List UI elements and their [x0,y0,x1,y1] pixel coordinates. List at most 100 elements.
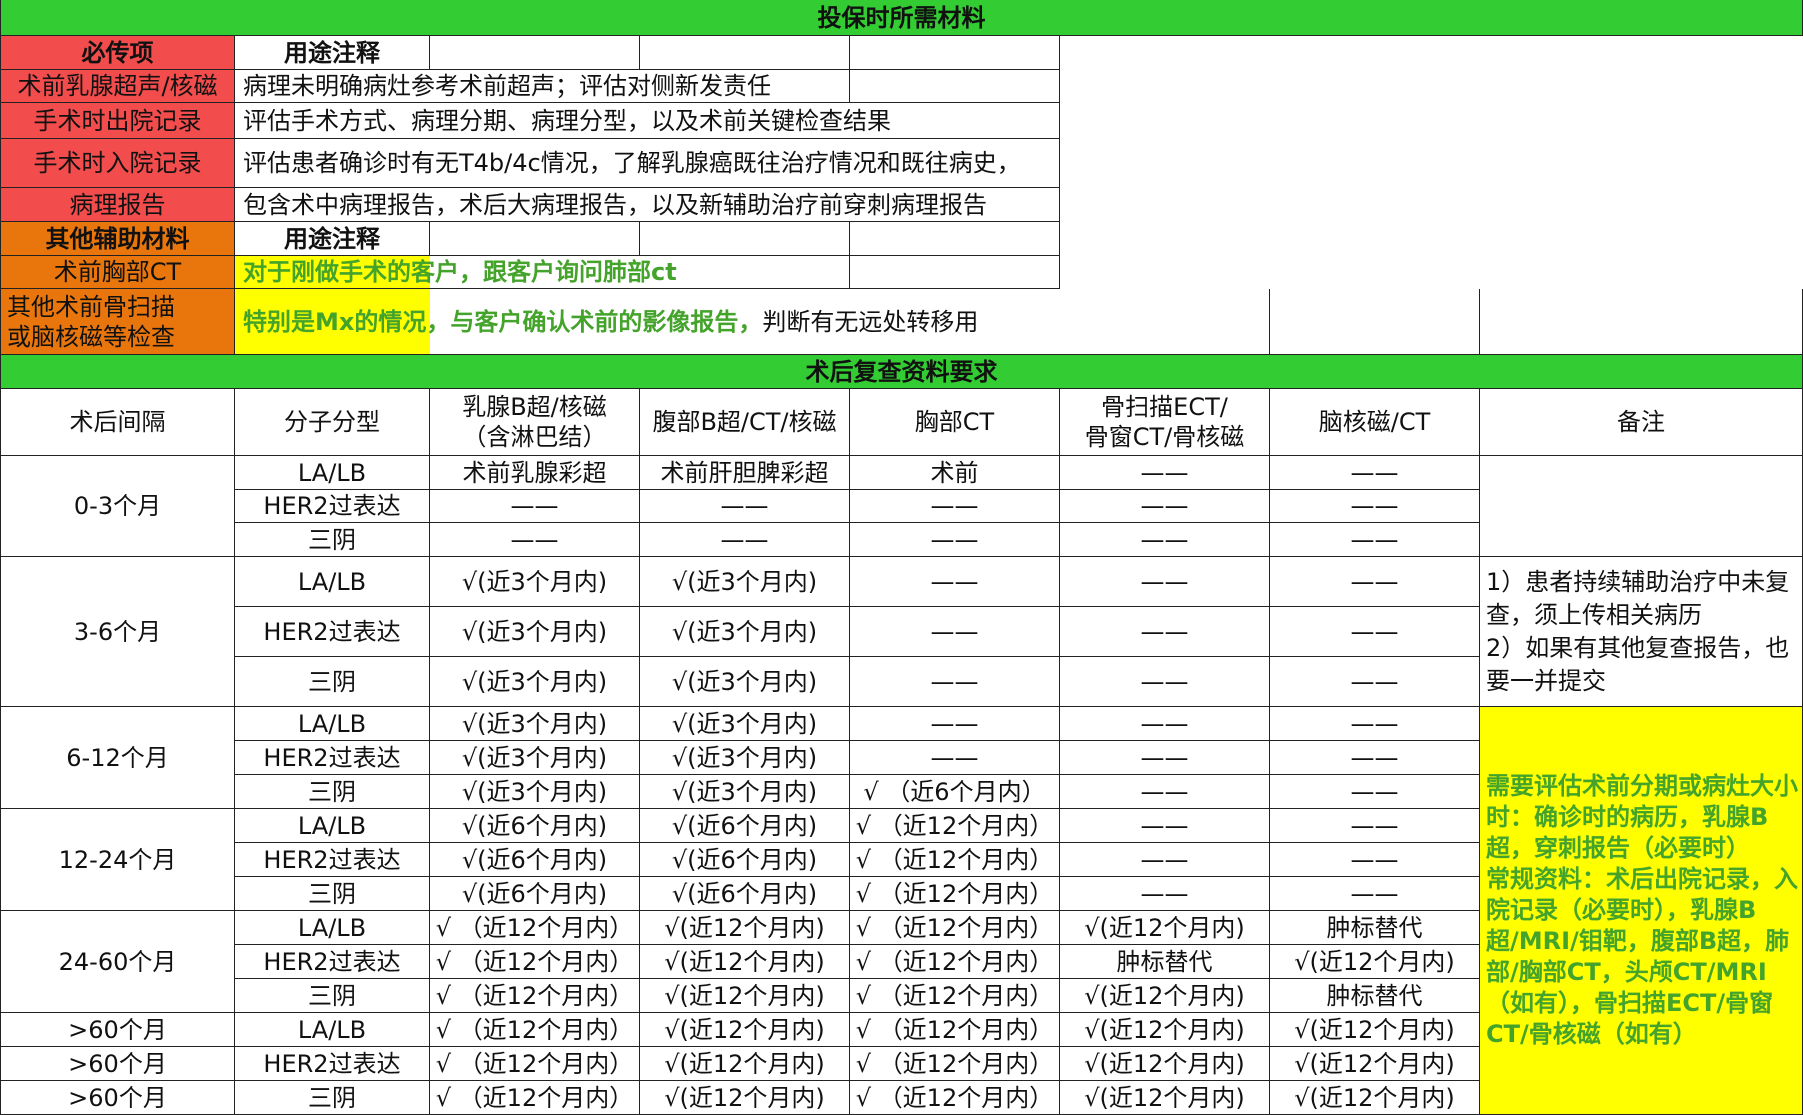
blank-cell [430,222,640,256]
blank-cell [850,256,1060,289]
subtype-cell: 三阴 [235,877,430,911]
blank-cell [1480,289,1803,355]
requirement-cell: √ （近12个月内） [850,945,1060,979]
column-header: 腹部B超/CT/核磁 [640,389,850,456]
requirement-cell: √(近12个月内) [640,911,850,945]
requirement-cell: —— [1270,809,1480,843]
requirement-cell: —— [1060,607,1270,657]
requirement-cell: —— [1060,775,1270,809]
requirement-cell: √(近3个月内) [430,707,640,741]
requirement-cell: √(近12个月内) [640,945,850,979]
required-item-note: 病理未明确病灶参考术前超声；评估对侧新发责任 [235,70,850,103]
subtype-cell: HER2过表达 [235,843,430,877]
blank-cell [850,222,1060,256]
requirement-cell: —— [1060,707,1270,741]
interval-cell: 24-60个月 [0,911,235,1013]
interval-cell: 0-3个月 [0,456,235,557]
interval-cell: 6-12个月 [0,707,235,809]
blank-cell [1270,289,1480,355]
remarks-note: 1）患者持续辅助治疗中未复查，须上传相关病历 2）如果有其他复查报告，也要一并提… [1480,557,1803,707]
requirement-cell: —— [850,490,1060,523]
requirement-cell: √(近3个月内) [430,557,640,607]
requirement-cell: —— [640,490,850,523]
requirement-cell: —— [1270,456,1480,490]
blank-cell [1480,456,1803,557]
column-header: 备注 [1480,389,1803,456]
requirement-cell: √ （近12个月内） [850,1013,1060,1047]
requirement-cell: √(近3个月内) [430,607,640,657]
requirement-cell: —— [1060,523,1270,557]
column-header: 脑核磁/CT [1270,389,1480,456]
requirement-cell: √(近3个月内) [640,707,850,741]
requirement-cell: √(近6个月内) [430,843,640,877]
requirement-cell: √(近3个月内) [640,741,850,775]
requirement-cell: —— [1270,775,1480,809]
requirement-cell: √(近12个月内) [1060,1013,1270,1047]
requirement-cell: √(近3个月内) [430,741,640,775]
auxiliary-item-name: 其他术前骨扫描 或脑核磁等检查 [0,289,235,355]
requirement-cell: —— [850,657,1060,707]
requirement-cell: —— [850,741,1060,775]
requirement-cell: —— [1270,557,1480,607]
requirement-cell: √(近12个月内) [1270,1081,1480,1115]
requirement-cell: —— [1270,741,1480,775]
interval-cell: 12-24个月 [0,809,235,911]
subtype-cell: HER2过表达 [235,607,430,657]
subtype-cell: LA/LB [235,456,430,490]
requirement-cell: √(近12个月内) [1270,1047,1480,1081]
requirement-cell: √ （近12个月内） [850,1081,1060,1115]
auxiliary-note-highlight: 特别是Mx的情况，与客户确认术前的影像报告， [243,307,763,336]
subtype-cell: LA/LB [235,911,430,945]
requirement-cell: √(近3个月内) [430,657,640,707]
requirement-cell: —— [1270,607,1480,657]
subtype-cell: HER2过表达 [235,741,430,775]
requirement-cell: —— [850,707,1060,741]
requirement-cell: √ （近12个月内） [850,809,1060,843]
requirement-cell: √ （近12个月内） [430,1081,640,1115]
blank-cell [850,36,1060,70]
requirement-cell: —— [430,490,640,523]
requirement-cell: —— [640,523,850,557]
requirement-cell: √(近6个月内) [430,877,640,911]
requirement-cell: √ （近12个月内） [430,979,640,1013]
subtype-cell: LA/LB [235,809,430,843]
requirement-cell: √ （近12个月内） [430,1013,640,1047]
requirement-cell: √(近12个月内) [1270,945,1480,979]
interval-cell: 3-6个月 [0,557,235,707]
blank-cell [430,36,640,70]
requirement-cell: √(近3个月内) [640,657,850,707]
requirement-cell: √(近3个月内) [640,557,850,607]
requirement-cell: √(近12个月内) [640,979,850,1013]
requirement-cell: 术前乳腺彩超 [430,456,640,490]
required-col-label: 用途注释 [235,36,430,70]
requirement-cell: —— [1060,657,1270,707]
interval-cell: >60个月 [0,1013,235,1047]
requirement-cell: √(近12个月内) [1270,1013,1480,1047]
requirement-cell: —— [850,557,1060,607]
requirement-cell: √ （近12个月内） [430,911,640,945]
requirement-cell: —— [1270,523,1480,557]
subtype-cell: 三阴 [235,979,430,1013]
subtype-cell: 三阴 [235,775,430,809]
auxiliary-col-label: 用途注释 [235,222,430,256]
column-header: 分子分型 [235,389,430,456]
requirement-cell: √ （近12个月内） [430,1047,640,1081]
requirement-cell: √(近12个月内) [1060,1081,1270,1115]
requirement-cell: —— [1060,809,1270,843]
required-item-note: 包含术中病理报告，术后大病理报告，以及新辅助治疗前穿刺病理报告 [235,188,1060,222]
requirement-cell: √(近12个月内) [640,1081,850,1115]
requirement-cell: √ （近12个月内） [850,843,1060,877]
required-item-name: 手术时出院记录 [0,103,235,139]
requirement-cell: √(近6个月内) [640,877,850,911]
requirement-cell: —— [1270,843,1480,877]
requirement-cell: √ （近6个月内） [850,775,1060,809]
subtype-cell: LA/LB [235,1013,430,1047]
requirement-cell: 肿标替代 [1060,945,1270,979]
subtype-cell: 三阴 [235,523,430,557]
subtype-cell: HER2过表达 [235,1047,430,1081]
auxiliary-item-note: 对于刚做手术的客户，跟客户询问肺部ct [235,256,850,289]
interval-cell: >60个月 [0,1081,235,1115]
requirement-cell: —— [1060,877,1270,911]
subtype-cell: 三阴 [235,1081,430,1115]
requirement-cell: —— [1270,657,1480,707]
